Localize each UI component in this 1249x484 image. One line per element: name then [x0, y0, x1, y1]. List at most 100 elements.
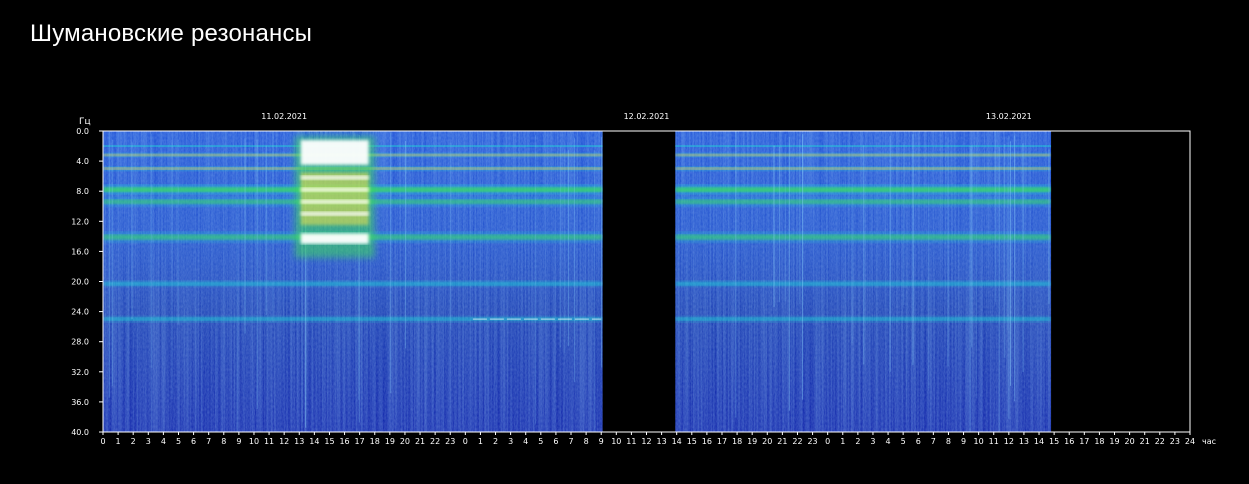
- x-tick-label: 19: [747, 437, 757, 446]
- interference-line: [1048, 149, 1050, 304]
- x-tick-label: 16: [339, 437, 349, 446]
- x-tick-label: 7: [568, 437, 573, 446]
- x-tick-label: 17: [717, 437, 727, 446]
- x-tick-label: 13: [294, 437, 304, 446]
- x-tick-label: 22: [430, 437, 440, 446]
- interference-line: [773, 145, 775, 307]
- x-tick-label: 20: [1125, 437, 1135, 446]
- x-tick-label: 8: [221, 437, 226, 446]
- x-tick-label: 16: [702, 437, 712, 446]
- x-tick-label: 4: [161, 437, 166, 446]
- x-tick-label: 22: [792, 437, 802, 446]
- x-tick-label: 8: [584, 437, 589, 446]
- burst-core: [300, 233, 369, 244]
- x-tick-label: 0: [100, 437, 105, 446]
- x-tick-label: 13: [657, 437, 667, 446]
- y-tick-label: 8.0: [76, 187, 89, 196]
- y-tick-label: 28.0: [71, 338, 89, 347]
- burst-mid: [300, 172, 369, 226]
- x-tick-label: 16: [1064, 437, 1074, 446]
- date-label: 12.02.2021: [624, 112, 670, 121]
- interference-line: [601, 137, 603, 368]
- interference-line: [969, 145, 971, 432]
- spectrogram-chart: Гц0.0 4.0 8.0 12.0 16.0 20.0 24.0 28.0 32.0 36.0 4…: [71, 112, 1216, 446]
- x-tick-label: 22: [1155, 437, 1165, 446]
- burst-band: [300, 211, 369, 216]
- interference-line: [928, 132, 930, 389]
- y-tick-label: 20.0: [71, 278, 89, 287]
- interference-line: [994, 131, 996, 303]
- y-tick-label: 4.0: [76, 157, 89, 166]
- interference-line: [1004, 143, 1006, 358]
- x-tick-label: 11: [989, 437, 999, 446]
- x-tick-label: 23: [1170, 437, 1180, 446]
- interference-line: [971, 145, 973, 348]
- resonance-line: [675, 145, 1052, 147]
- interference-line: [912, 134, 914, 365]
- x-tick-label: 6: [553, 437, 558, 446]
- x-tick-label: 7: [206, 437, 211, 446]
- resonance-band: [675, 282, 1052, 286]
- x-tick-label: 12: [1004, 437, 1014, 446]
- x-tick-label: 23: [445, 437, 455, 446]
- x-tick-label: 3: [870, 437, 875, 446]
- burst-band: [300, 175, 369, 180]
- x-tick-label: 6: [191, 437, 196, 446]
- x-tick-label: 5: [538, 437, 543, 446]
- x-tick-label: 3: [146, 437, 151, 446]
- x-tick-label: 14: [1034, 437, 1044, 446]
- x-tick-label: 11: [626, 437, 636, 446]
- interference-line: [1007, 137, 1009, 331]
- interference-line: [171, 139, 173, 400]
- x-tick-label: 13: [1019, 437, 1029, 446]
- x-tick-label: 21: [1140, 437, 1150, 446]
- x-tick-label: 5: [901, 437, 906, 446]
- x-tick-label: 2: [131, 437, 136, 446]
- interference-line: [976, 137, 978, 399]
- interference-line: [735, 131, 737, 418]
- x-tick-label: 9: [599, 437, 604, 446]
- x-tick-label: 21: [777, 437, 787, 446]
- y-tick-label: 40.0: [71, 428, 89, 437]
- resonance-band: [675, 317, 1052, 321]
- interference-line: [889, 135, 891, 372]
- interference-line: [559, 146, 561, 348]
- y-tick-label: 36.0: [71, 398, 89, 407]
- x-tick-label: 20: [762, 437, 772, 446]
- x-tick-label: 18: [1094, 437, 1104, 446]
- x-tick-label: 10: [974, 437, 984, 446]
- x-tick-label: 8: [946, 437, 951, 446]
- x-tick-label: 4: [523, 437, 528, 446]
- burst-band: [300, 199, 369, 204]
- interference-line: [802, 134, 804, 400]
- x-tick-label: 14: [672, 437, 682, 446]
- x-tick-label: 11: [264, 437, 274, 446]
- y-tick-label: 0.0: [76, 127, 89, 136]
- x-tick-label: 18: [370, 437, 380, 446]
- x-tick-label: 19: [385, 437, 395, 446]
- interference-line: [108, 132, 110, 398]
- x-tick-label: 15: [324, 437, 334, 446]
- x-tick-label: 14: [309, 437, 319, 446]
- interference-line: [1010, 141, 1012, 386]
- x-tick-label: 19: [1109, 437, 1119, 446]
- interference-line: [903, 142, 905, 306]
- x-axis-label: час: [1202, 437, 1216, 446]
- interference-line: [1022, 143, 1024, 373]
- x-tick-label: 0: [825, 437, 830, 446]
- x-tick-label: 6: [916, 437, 921, 446]
- x-tick-label: 10: [249, 437, 259, 446]
- y-tick-label: 24.0: [71, 308, 89, 317]
- interference-line: [244, 138, 246, 334]
- y-tick-label: 12.0: [71, 217, 89, 226]
- x-tick-label: 17: [1079, 437, 1089, 446]
- interference-line: [265, 145, 267, 315]
- x-tick-label: 21: [415, 437, 425, 446]
- x-tick-label: 2: [493, 437, 498, 446]
- interference-line: [1008, 135, 1010, 419]
- x-tick-label: 4: [886, 437, 891, 446]
- interference-line: [450, 142, 452, 330]
- interference-line: [799, 139, 801, 305]
- interference-line: [405, 140, 407, 349]
- plot-area: [103, 131, 1052, 432]
